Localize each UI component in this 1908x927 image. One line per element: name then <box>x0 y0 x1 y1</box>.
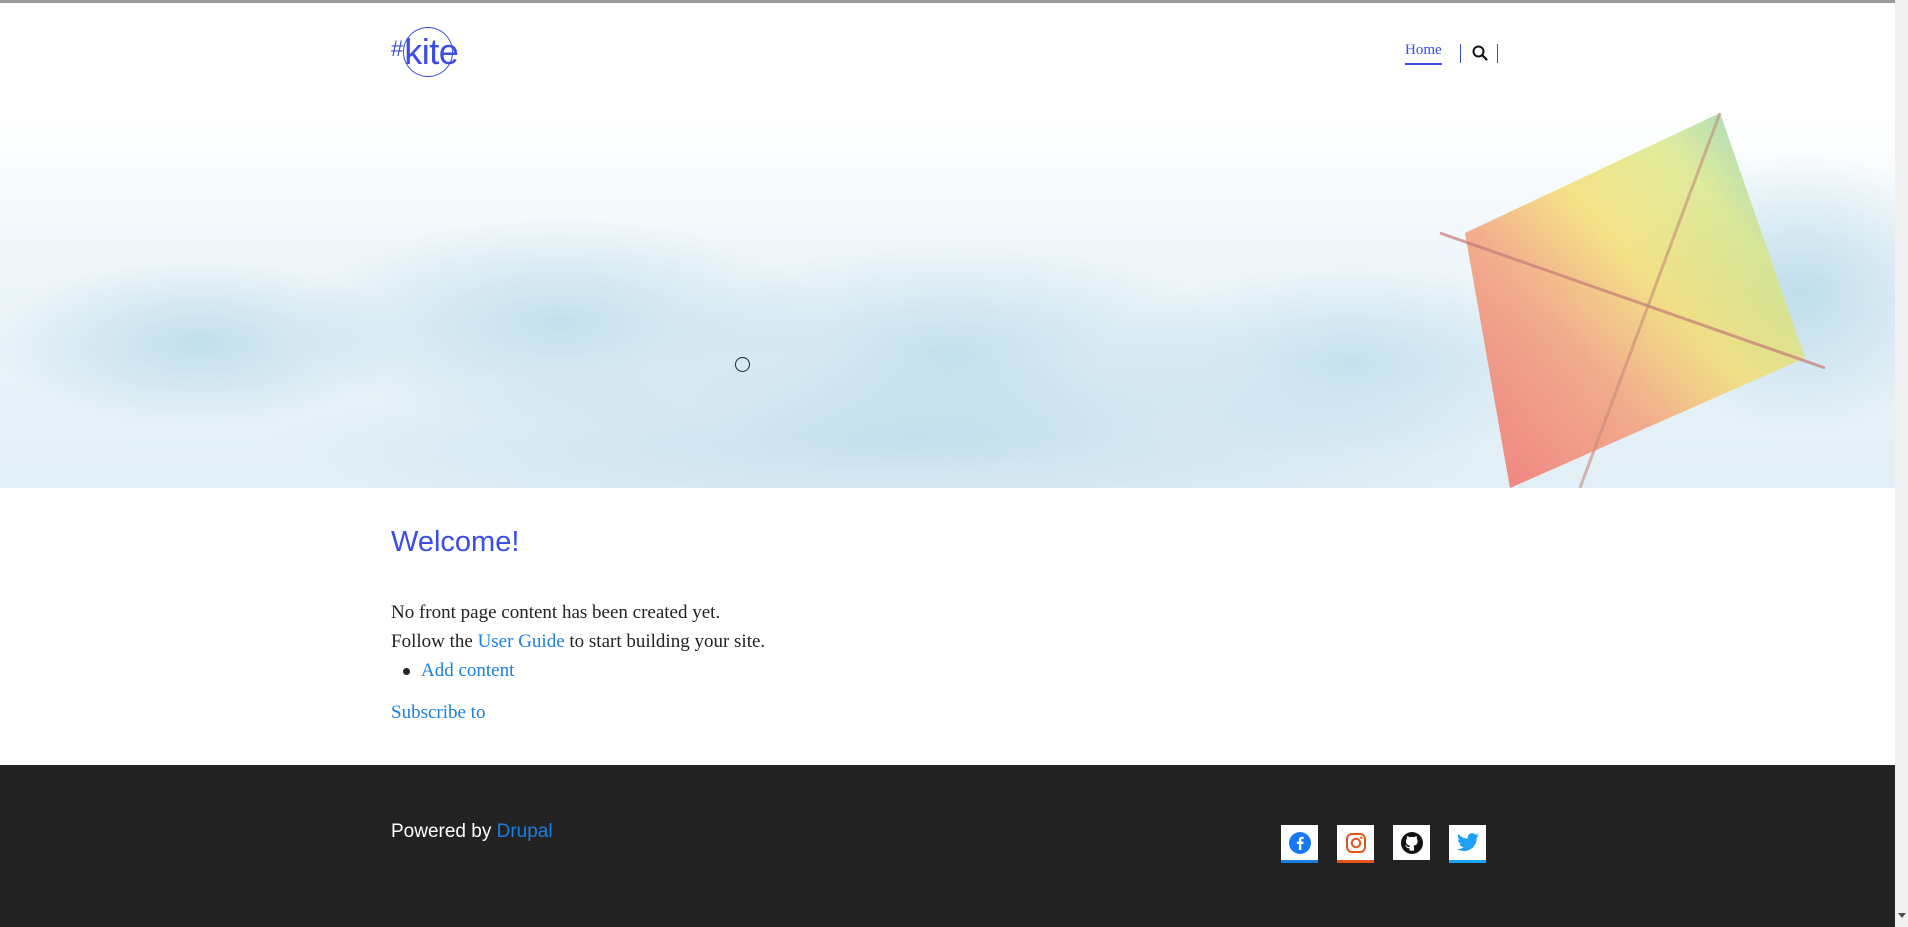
user-guide-message: Follow the User Guide to start building … <box>391 631 765 653</box>
page-title: Welcome! <box>391 526 520 558</box>
logo-hash: # <box>391 36 404 61</box>
subscribe-link[interactable]: Subscribe to <box>391 702 485 724</box>
logo-word: kite <box>404 31 459 72</box>
powered-by-text: Powered by <box>391 821 497 842</box>
twitter-icon[interactable] <box>1449 825 1486 863</box>
facebook-icon[interactable] <box>1281 825 1318 863</box>
github-icon[interactable] <box>1393 825 1430 863</box>
main-nav: Home <box>1405 41 1498 65</box>
cursor-indicator <box>735 357 750 372</box>
scroll-down-arrow-icon[interactable] <box>1898 913 1906 918</box>
message-text: to start building your site. <box>564 631 766 652</box>
site-header: # kite Home <box>0 3 1895 113</box>
vertical-scrollbar[interactable] <box>1895 0 1908 927</box>
user-guide-link[interactable]: User Guide <box>478 631 565 652</box>
list-item: Add content <box>403 660 514 682</box>
social-links <box>1281 825 1486 863</box>
nav-divider <box>1496 43 1498 63</box>
site-footer: Powered by Drupal <box>0 765 1895 927</box>
powered-by: Powered by Drupal <box>391 821 553 843</box>
instagram-icon[interactable] <box>1337 825 1374 863</box>
search-icon[interactable] <box>1471 44 1489 62</box>
site-logo[interactable]: # kite <box>391 27 459 77</box>
empty-content-message: No front page content has been created y… <box>391 602 721 623</box>
drupal-link[interactable]: Drupal <box>497 821 553 842</box>
kite-illustration <box>1439 113 1826 488</box>
hero-banner <box>0 113 1895 488</box>
add-content-link[interactable]: Add content <box>421 660 514 682</box>
nav-divider <box>1459 43 1461 63</box>
message-text: Follow the <box>391 631 478 652</box>
nav-home-link[interactable]: Home <box>1405 42 1442 65</box>
bullet-dot <box>403 667 410 675</box>
